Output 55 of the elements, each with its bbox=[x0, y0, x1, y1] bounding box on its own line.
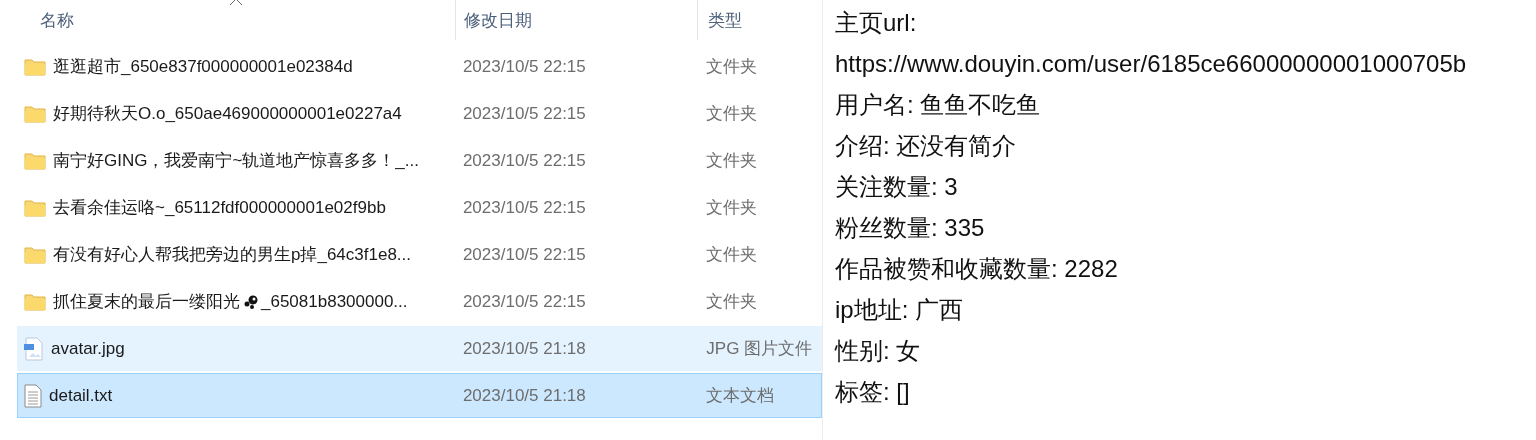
bubbles-icon bbox=[243, 293, 259, 310]
text-line: 粉丝数量: 335 bbox=[835, 213, 986, 243]
folder-icon bbox=[24, 245, 46, 264]
type-cell-text: 文件夹 bbox=[706, 150, 758, 172]
date-cell: 2023/10/5 22:15 bbox=[462, 56, 586, 77]
file-name: avatar.jpg bbox=[51, 338, 125, 359]
folder-icon bbox=[24, 198, 46, 217]
type-cell-text: 文件夹 bbox=[706, 103, 758, 125]
file-row[interactable]: 逛逛超市_650e837f000000001e02384d 2023/10/5 22:15 文件夹 bbox=[17, 44, 822, 89]
date-cell: 2023/10/5 22:15 bbox=[462, 291, 586, 312]
file-row[interactable]: 抓住夏末的最后一缕阳光 _65081b8300000... 2023/10/5 22:15 文件夹 bbox=[17, 279, 822, 324]
text-line: ip地址: 广西 bbox=[835, 295, 964, 325]
text-line: 关注数量: 3 bbox=[835, 172, 959, 202]
file-name: _65081b8300000... bbox=[261, 291, 408, 312]
text-line: https://www.douyin.com/user/6185ce66000000001000705b bbox=[835, 49, 1468, 79]
file-name: 有没有好心人帮我把旁边的男生p掉_64c3f1e8... bbox=[53, 244, 412, 266]
column-header[interactable]: 名称 bbox=[40, 8, 74, 32]
folder-icon bbox=[24, 292, 46, 311]
date-cell: 2023/10/5 21:18 bbox=[462, 385, 586, 406]
file-name: detail.txt bbox=[49, 385, 113, 406]
file-name: 逛逛超市_650e837f000000001e02384d bbox=[53, 56, 353, 78]
date-cell: 2023/10/5 22:15 bbox=[462, 197, 586, 218]
type-cell-text: 文件夹 bbox=[706, 56, 758, 78]
text-file-icon bbox=[24, 383, 42, 408]
file-name: 南宁好GING，我爱南宁~轨道地产惊喜多多！_... bbox=[53, 150, 419, 172]
file-row[interactable]: avatar.jpg 2023/10/5 21:18 JPG 图片文件 bbox=[17, 326, 822, 371]
folder-icon bbox=[24, 57, 46, 76]
text-line: 介绍: 还没有简介 bbox=[835, 131, 1018, 161]
type-cell-text: JPG 图片文件 bbox=[706, 338, 813, 360]
file-row[interactable]: 南宁好GING，我爱南宁~轨道地产惊喜多多！_... 2023/10/5 22:15 文件夹 bbox=[17, 138, 822, 183]
type-cell-text: 文件夹 bbox=[706, 291, 758, 313]
file-row[interactable]: detail.txt 2023/10/5 21:18 文本文档 bbox=[17, 373, 822, 418]
file-name: 去看余佳运咯~_65112fdf000000001e02f9bb bbox=[53, 197, 386, 219]
file-name: 好期待秋天O.o_650ae469000000001e0227a4 bbox=[53, 103, 402, 125]
text-line: 性别: 女 bbox=[835, 336, 922, 366]
text-line: 用户名: 鱼鱼不吃鱼 bbox=[835, 90, 1042, 120]
file-name: 抓住夏末的最后一缕阳光 bbox=[53, 291, 240, 313]
type-cell-text: 文本文档 bbox=[706, 385, 775, 407]
date-cell: 2023/10/5 22:15 bbox=[462, 244, 586, 265]
image-file-icon bbox=[24, 336, 44, 361]
folder-icon bbox=[24, 104, 46, 123]
type-cell-text: 文件夹 bbox=[706, 244, 758, 266]
text-line: 主页url: bbox=[835, 8, 918, 38]
type-cell-text: 文件夹 bbox=[706, 197, 758, 219]
file-row[interactable]: 去看余佳运咯~_65112fdf000000001e02f9bb 2023/10/5 22:15 文件夹 bbox=[17, 185, 822, 230]
column-header[interactable]: 类型 bbox=[708, 8, 742, 32]
text-line: 作品被赞和收藏数量: 2282 bbox=[835, 254, 1119, 284]
column-header[interactable]: 修改日期 bbox=[464, 8, 532, 32]
file-row[interactable]: 好期待秋天O.o_650ae469000000001e0227a4 2023/10/5 22:15 文件夹 bbox=[17, 91, 822, 136]
date-cell: 2023/10/5 21:18 bbox=[462, 338, 586, 359]
file-row[interactable]: 有没有好心人帮我把旁边的男生p掉_64c3f1e8... 2023/10/5 22:15 文件夹 bbox=[17, 232, 822, 277]
text-line: 标签: [] bbox=[835, 377, 911, 407]
date-cell: 2023/10/5 22:15 bbox=[462, 150, 586, 171]
date-cell: 2023/10/5 22:15 bbox=[462, 103, 586, 124]
folder-icon bbox=[24, 151, 46, 170]
